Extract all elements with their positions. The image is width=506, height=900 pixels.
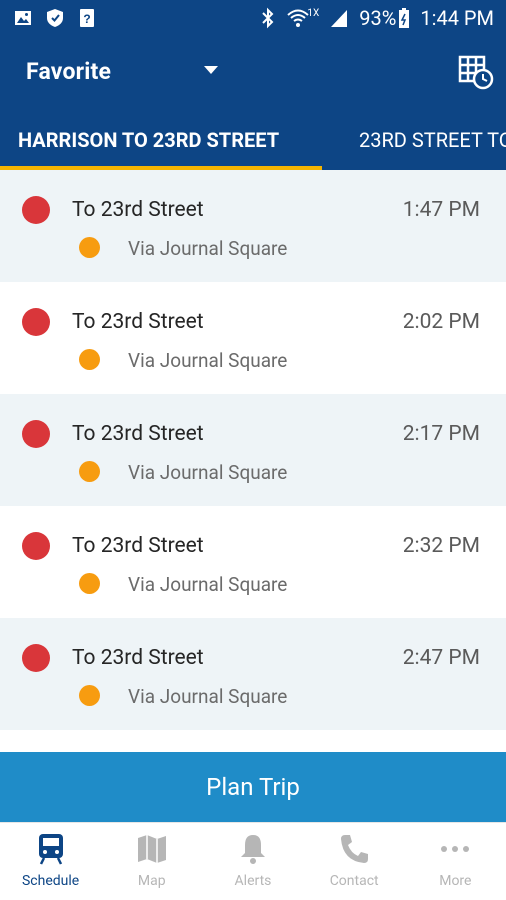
line-orange-dot-icon [79,237,100,258]
line-red-dot-icon [22,196,50,224]
unknown-app-icon: ? [80,9,94,27]
map-icon [137,835,166,863]
notification-icons: ? [14,8,96,28]
line-orange-dot-icon [79,349,100,370]
phone-icon [341,835,369,863]
trip-via: Via Journal Square [128,349,288,372]
nav-contact[interactable]: Contact [304,823,405,900]
signal-label: 1X [307,7,320,19]
bluetooth-icon [262,7,274,29]
line-red-dot-icon [22,644,50,672]
line-orange-dot-icon [79,461,100,482]
chevron-down-icon[interactable] [204,66,218,74]
list-item[interactable]: To 23rd Street 2:17 PM Via Journal Squar… [0,394,506,506]
trip-destination: To 23rd Street [72,198,204,222]
nav-more[interactable]: More [405,823,506,900]
list-item[interactable]: To 23rd Street 2:47 PM Via Journal Squar… [0,618,506,730]
battery-icon [399,8,410,28]
list-item[interactable]: To 23rd Street 2:32 PM Via Journal Squar… [0,506,506,618]
tab-harrison-to-23rd[interactable]: HARRISON TO 23RD STREET [18,128,279,152]
trip-list: To 23rd Street 1:47 PM Via Journal Squar… [0,170,506,730]
bell-icon [240,835,265,864]
status-bar: ? 1X 93% 1:44 PM [0,0,506,38]
trip-time: 2:17 PM [402,422,480,446]
trip-destination: To 23rd Street [72,534,204,558]
calendar-clock-icon[interactable] [458,54,494,90]
image-icon [15,11,31,25]
app-bar: Favorite [0,38,506,106]
trip-destination: To 23rd Street [72,646,204,670]
line-orange-dot-icon [79,685,100,706]
nav-schedule[interactable]: Schedule [0,823,101,900]
trip-destination: To 23rd Street [72,422,204,446]
list-item[interactable]: To 23rd Street 2:02 PM Via Journal Squar… [0,282,506,394]
nav-map[interactable]: Map [101,823,202,900]
nav-label: Schedule [21,873,80,889]
trip-destination: To 23rd Street [72,310,204,334]
status-indicators: 1X 93% 1:44 PM [259,6,494,30]
wifi-icon [287,9,310,27]
trip-via: Via Journal Square [128,237,288,260]
trip-via: Via Journal Square [128,685,288,708]
plan-trip-button[interactable]: Plan Trip [0,752,506,822]
list-item[interactable]: To 23rd Street 1:47 PM Via Journal Squar… [0,170,506,282]
signal-icon [331,10,348,27]
shield-icon [47,9,63,27]
trip-via: Via Journal Square [128,461,288,484]
route-tabs: HARRISON TO 23RD STREET 23RD STREET TO H… [0,106,506,170]
trip-time: 2:32 PM [402,534,480,558]
line-orange-dot-icon [79,573,100,594]
battery-percent: 93% [359,6,397,30]
svg-text:?: ? [83,12,90,26]
line-red-dot-icon [22,308,50,336]
nav-label: Map [137,873,166,889]
trip-time: 2:47 PM [402,646,480,670]
nav-label: Contact [329,873,379,889]
line-red-dot-icon [22,532,50,560]
nav-label: More [439,873,472,889]
tab-23rd-to-harrison[interactable]: 23RD STREET TO HARRISON [359,128,506,152]
nav-alerts[interactable]: Alerts [202,823,303,900]
line-red-dot-icon [22,420,50,448]
clock: 1:44 PM [420,6,494,30]
trip-via: Via Journal Square [128,573,288,596]
more-icon [441,846,470,852]
trip-time: 2:02 PM [402,310,480,334]
bottom-navigation: Schedule Map Alerts Contact More [0,822,506,900]
trip-time: 1:47 PM [402,198,480,222]
nav-label: Alerts [234,873,272,889]
favorite-dropdown[interactable]: Favorite [26,58,111,85]
train-icon [38,834,63,865]
